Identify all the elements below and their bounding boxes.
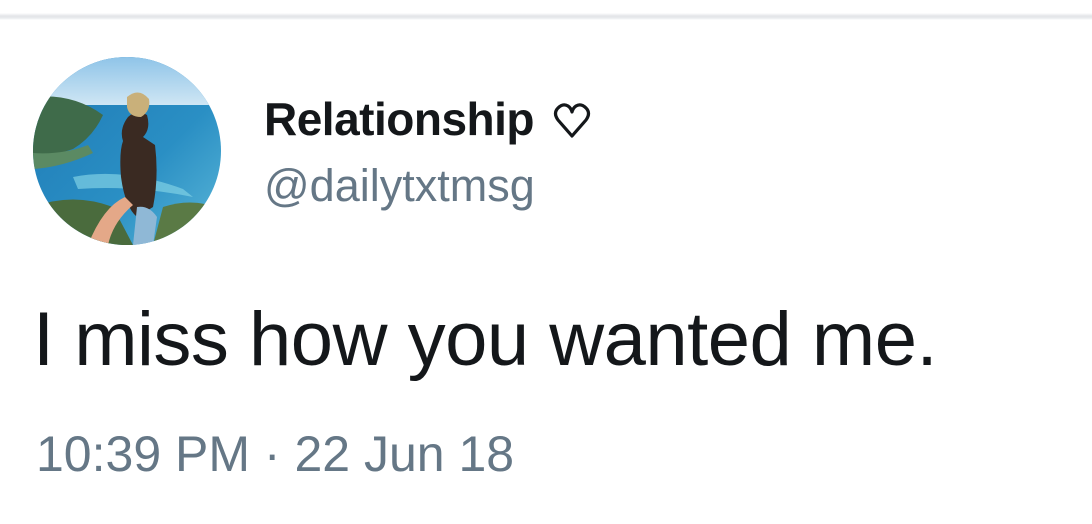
meta-separator: · <box>263 426 281 482</box>
tweet-time[interactable]: 10:39 PM <box>36 426 250 482</box>
heart-outline-icon <box>552 101 592 141</box>
tweet-text: I miss how you wanted me. <box>33 297 938 382</box>
top-divider <box>0 0 1092 20</box>
display-name[interactable]: Relationship <box>264 92 535 146</box>
tweet-date[interactable]: 22 Jun 18 <box>294 426 514 482</box>
tweet-card: Relationship @dailytxtmsg I miss how you… <box>0 0 1092 524</box>
handle[interactable]: @dailytxtmsg <box>264 160 592 212</box>
display-name-row: Relationship <box>264 88 592 150</box>
avatar-photo <box>33 57 221 245</box>
author-block[interactable]: Relationship @dailytxtmsg <box>264 88 592 212</box>
tweet-meta: 10:39 PM · 22 Jun 18 <box>36 425 514 483</box>
avatar[interactable] <box>33 57 221 245</box>
